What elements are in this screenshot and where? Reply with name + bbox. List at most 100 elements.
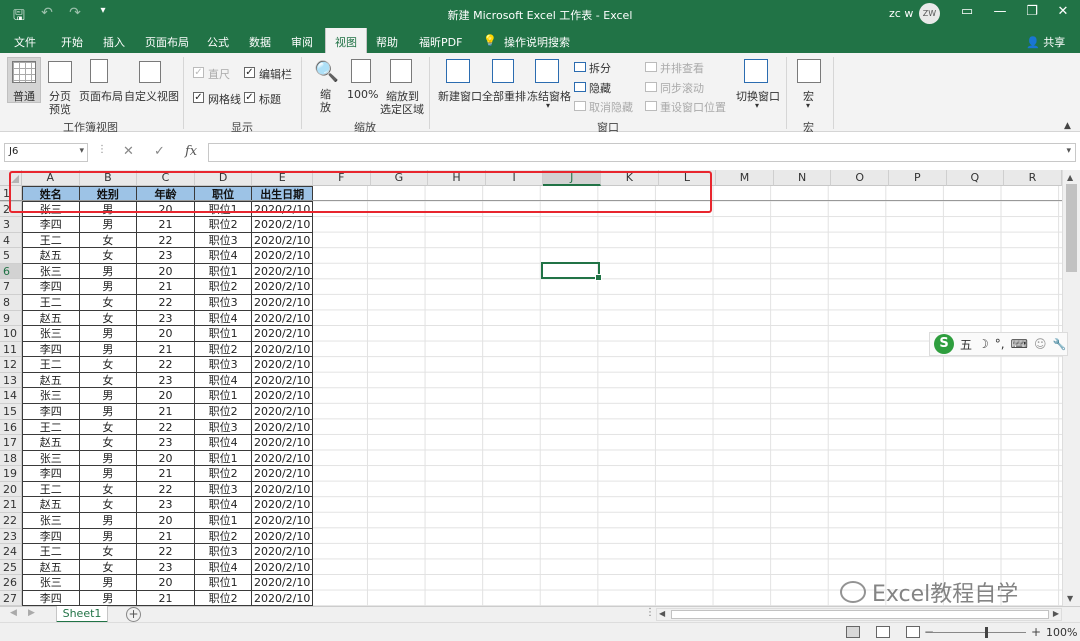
data-cell[interactable]: 21 bbox=[137, 528, 195, 545]
data-cell[interactable]: 职位4 bbox=[194, 559, 253, 576]
data-cell[interactable]: 王二 bbox=[22, 419, 80, 436]
data-cell[interactable]: 男 bbox=[79, 403, 138, 420]
next-sheet-icon[interactable]: ▶ bbox=[28, 608, 35, 618]
data-cell[interactable]: 男 bbox=[79, 450, 138, 467]
data-cell[interactable]: 李四 bbox=[22, 590, 80, 606]
tab-page-layout[interactable]: 页面布局 bbox=[145, 34, 189, 50]
data-cell[interactable]: 21 bbox=[137, 590, 195, 606]
data-cell[interactable]: 职位1 bbox=[194, 326, 253, 342]
zoom-to-selection-label-2[interactable]: 选定区域 bbox=[380, 101, 424, 117]
arrange-all-label[interactable]: 全部重排 bbox=[482, 88, 526, 104]
data-cell[interactable]: 2020/2/10 bbox=[252, 248, 313, 264]
data-cell[interactable]: 22 bbox=[137, 544, 195, 560]
data-cell[interactable]: 女 bbox=[79, 372, 138, 389]
gridlines-checkbox[interactable]: ✓ bbox=[193, 92, 204, 103]
arrange-all-icon[interactable] bbox=[492, 59, 514, 83]
gridlines-label[interactable]: 网格线 bbox=[208, 91, 241, 107]
row-header-12[interactable]: 12 bbox=[0, 357, 22, 373]
row-header-8[interactable]: 8 bbox=[0, 294, 22, 311]
zoom-100-icon[interactable] bbox=[351, 59, 371, 83]
data-cell[interactable]: 职位3 bbox=[194, 544, 253, 560]
zoom-in-icon[interactable]: + bbox=[1031, 625, 1041, 639]
tab-formulas[interactable]: 公式 bbox=[207, 34, 229, 50]
data-cell[interactable]: 职位2 bbox=[194, 466, 253, 482]
data-cell[interactable]: 23 bbox=[137, 248, 195, 264]
data-cell[interactable]: 赵五 bbox=[22, 559, 80, 576]
data-cell[interactable]: 2020/2/10 bbox=[252, 357, 313, 373]
data-cell[interactable]: 职位3 bbox=[194, 232, 253, 249]
data-cell[interactable]: 职位1 bbox=[194, 575, 253, 591]
user-name[interactable]: zc w bbox=[889, 7, 913, 20]
page-break-preview-icon[interactable] bbox=[48, 61, 72, 83]
data-cell[interactable]: 李四 bbox=[22, 217, 80, 233]
tell-me-search[interactable]: 操作说明搜索 bbox=[504, 34, 570, 50]
row-header-24[interactable]: 24 bbox=[0, 544, 22, 560]
row-header-23[interactable]: 23 bbox=[0, 528, 22, 545]
row-header-13[interactable]: 13 bbox=[0, 372, 22, 389]
new-window-label[interactable]: 新建窗口 bbox=[438, 88, 482, 104]
row-header-17[interactable]: 17 bbox=[0, 435, 22, 451]
data-cell[interactable]: 李四 bbox=[22, 341, 80, 358]
data-cell[interactable]: 22 bbox=[137, 419, 195, 436]
hide-label[interactable]: 隐藏 bbox=[589, 80, 611, 96]
cancel-icon[interactable]: ✕ bbox=[123, 144, 134, 159]
ime-mode[interactable]: 五 bbox=[960, 336, 972, 353]
data-cell[interactable]: 20 bbox=[137, 575, 195, 591]
tab-insert[interactable]: 插入 bbox=[103, 34, 125, 50]
data-cell[interactable]: 职位2 bbox=[194, 279, 253, 295]
tab-review[interactable]: 审阅 bbox=[291, 34, 313, 50]
data-cell[interactable]: 2020/2/10 bbox=[252, 217, 313, 233]
zoom-100-label[interactable]: 100% bbox=[347, 88, 378, 101]
tab-data[interactable]: 数据 bbox=[249, 34, 271, 50]
chevron-down-icon[interactable]: ▾ bbox=[79, 146, 84, 156]
active-cell-j6[interactable] bbox=[541, 262, 602, 281]
data-cell[interactable]: 男 bbox=[79, 326, 138, 342]
keyboard-icon[interactable]: ⌨ bbox=[1011, 337, 1028, 351]
headings-checkbox[interactable]: ✓ bbox=[244, 92, 255, 103]
column-header-r[interactable]: R bbox=[1004, 170, 1062, 186]
split-label[interactable]: 拆分 bbox=[589, 60, 611, 76]
macros-icon[interactable] bbox=[797, 59, 821, 83]
prev-sheet-icon[interactable]: ◀ bbox=[10, 608, 17, 618]
switch-windows-icon[interactable] bbox=[744, 59, 768, 83]
data-cell[interactable]: 23 bbox=[137, 497, 195, 513]
data-cell[interactable]: 2020/2/10 bbox=[252, 481, 313, 498]
data-cell[interactable]: 王二 bbox=[22, 481, 80, 498]
data-cell[interactable]: 女 bbox=[79, 559, 138, 576]
data-cell[interactable]: 李四 bbox=[22, 466, 80, 482]
data-cell[interactable]: 20 bbox=[137, 326, 195, 342]
tab-help[interactable]: 帮助 bbox=[376, 34, 398, 50]
data-cell[interactable]: 2020/2/10 bbox=[252, 512, 313, 529]
formula-input[interactable]: ▾ bbox=[208, 143, 1076, 162]
data-cell[interactable]: 女 bbox=[79, 310, 138, 327]
data-cell[interactable]: 男 bbox=[79, 279, 138, 295]
data-cell[interactable]: 2020/2/10 bbox=[252, 419, 313, 436]
custom-views-icon[interactable] bbox=[139, 61, 161, 83]
page-layout-view-label[interactable]: 页面布局 bbox=[79, 88, 123, 104]
data-cell[interactable]: 21 bbox=[137, 341, 195, 358]
data-cell[interactable]: 女 bbox=[79, 419, 138, 436]
data-cell[interactable]: 2020/2/10 bbox=[252, 450, 313, 467]
scroll-up-icon[interactable]: ▲ bbox=[1067, 173, 1073, 182]
data-cell[interactable]: 男 bbox=[79, 590, 138, 606]
data-cell[interactable]: 23 bbox=[137, 435, 195, 451]
freeze-panes-icon[interactable] bbox=[535, 59, 559, 83]
data-cell[interactable]: 职位2 bbox=[194, 217, 253, 233]
tab-file[interactable]: 文件 bbox=[14, 34, 36, 50]
row-header-19[interactable]: 19 bbox=[0, 466, 22, 482]
data-cell[interactable]: 女 bbox=[79, 357, 138, 373]
data-cell[interactable]: 21 bbox=[137, 279, 195, 295]
data-cell[interactable]: 女 bbox=[79, 232, 138, 249]
data-cell[interactable]: 职位1 bbox=[194, 512, 253, 529]
data-cell[interactable]: 职位4 bbox=[194, 372, 253, 389]
zoom-slider-knob[interactable] bbox=[985, 627, 988, 638]
data-cell[interactable]: 王二 bbox=[22, 357, 80, 373]
freeze-panes-dropdown-icon[interactable]: ▾ bbox=[546, 101, 550, 110]
new-window-icon[interactable] bbox=[446, 59, 470, 83]
headings-label[interactable]: 标题 bbox=[259, 91, 281, 107]
data-cell[interactable]: 23 bbox=[137, 372, 195, 389]
data-cell[interactable]: 2020/2/10 bbox=[252, 232, 313, 249]
page-layout-view-icon[interactable] bbox=[90, 59, 108, 83]
row-header-5[interactable]: 5 bbox=[0, 248, 22, 264]
data-cell[interactable]: 职位2 bbox=[194, 528, 253, 545]
